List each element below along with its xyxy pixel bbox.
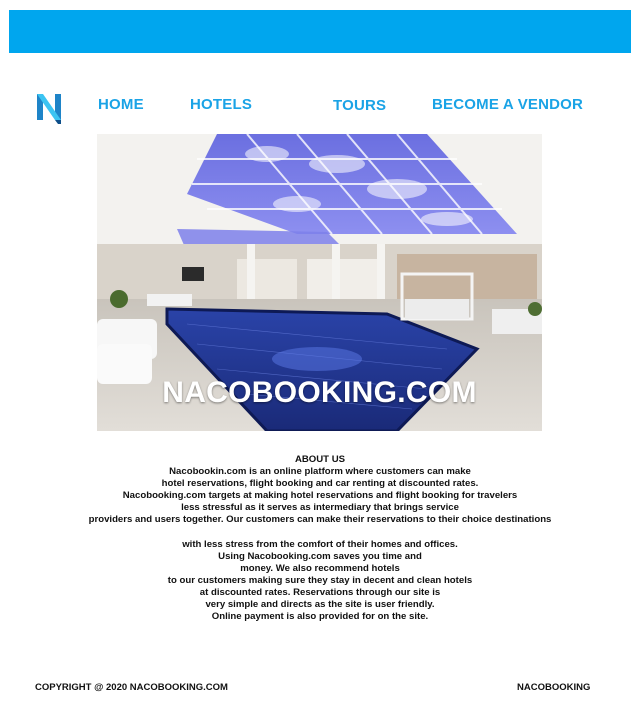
about-line: to our customers making sure they stay i… [167,574,473,586]
about-section: ABOUT US Nacobookin.com is an online pla… [60,454,580,623]
footer-brand: NACOBOOKING [517,682,591,693]
about-line: money. We also recommend hotels [240,562,400,574]
hero-title: NACOBOOKING.COM [162,376,477,409]
about-line: Nacobookin.com is an online platform whe… [169,466,471,478]
about-line: hotel reservations, flight booking and c… [161,478,479,490]
footer-copyright: COPYRIGHT @ 2020 NACOBOOKING.COM [35,682,228,693]
nav-become-vendor-link[interactable]: BECOME A VENDOR [432,96,583,113]
about-line: less stressful as it serves as intermedi… [181,502,459,514]
about-text: Nacobookin.com is an online platform whe… [60,466,580,623]
nav-tours-link[interactable]: TOURS [333,97,386,114]
about-spacer [60,527,580,539]
about-line: Nacobooking.com targets at making hotel … [122,490,518,502]
about-line: with less stress from the comfort of the… [182,538,458,550]
about-line: providers and users together. Our custom… [88,514,552,526]
about-line: Online payment is also provided for on t… [211,611,429,623]
about-line: Using Nacobooking.com saves you time and [218,550,422,562]
n-logo-icon[interactable] [34,90,64,124]
nav-home-link[interactable]: HOME [98,96,144,113]
top-banner-bar [9,10,631,53]
about-line: at discounted rates. Reservations throug… [199,586,441,598]
about-heading: ABOUT US [294,454,346,465]
about-line: very simple and directs as the site is u… [205,599,435,611]
nav-hotels-link[interactable]: HOTELS [190,96,252,113]
hero-image: NACOBOOKING.COM [97,134,542,431]
